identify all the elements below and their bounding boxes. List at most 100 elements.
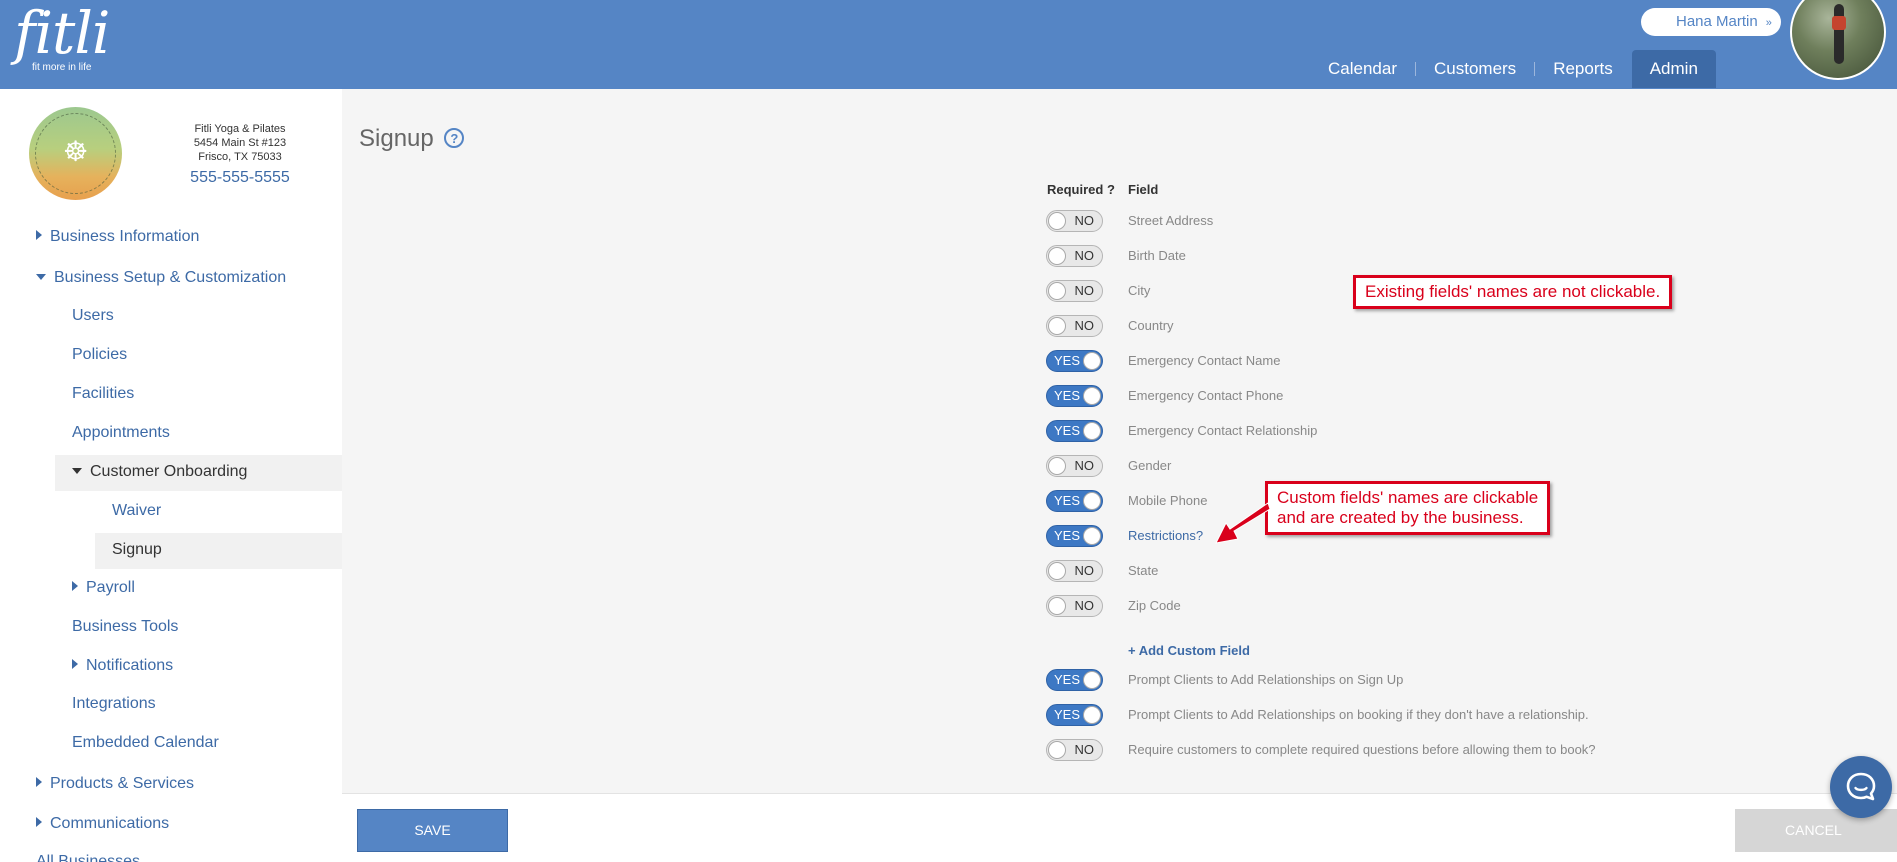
- sidebar-item-business-information[interactable]: Business Information: [36, 227, 199, 247]
- logo-tagline: fit more in life: [32, 62, 92, 73]
- meditation-icon: ☸: [62, 136, 89, 167]
- sidebar-item-integrations[interactable]: Integrations: [72, 694, 156, 714]
- business-street: 5454 Main St #123: [193, 137, 287, 149]
- annotation-custom-line-1: Custom fields' names are clickable: [1277, 488, 1539, 507]
- toggle-knob: [1083, 527, 1101, 545]
- sidebar-item-payroll[interactable]: Payroll: [72, 578, 135, 598]
- toggle-label: YES: [1054, 388, 1081, 403]
- sidebar-item-waiver[interactable]: Waiver: [112, 501, 161, 521]
- sidebar-item-label: Business Information: [50, 228, 200, 245]
- sidebar-item-all-businesses[interactable]: All Businesses: [36, 852, 140, 862]
- nav-customers[interactable]: Customers: [1416, 50, 1534, 88]
- business-phone[interactable]: 555-555-5555: [160, 168, 320, 188]
- avatar[interactable]: [1790, 0, 1886, 80]
- sidebar-item-signup[interactable]: Signup: [112, 540, 162, 560]
- option-label-prompt-relationships-booking: Prompt Clients to Add Relationships on b…: [1128, 707, 1589, 722]
- required-toggle-mobile-phone[interactable]: YES: [1046, 490, 1103, 512]
- annotation-custom-line-2: and are created by the business.: [1277, 508, 1524, 527]
- user-menu-button[interactable]: Hana Martin »: [1641, 8, 1781, 36]
- toggle-knob: [1083, 352, 1101, 370]
- sidebar-item-label: Business Setup & Customization: [54, 269, 287, 286]
- help-icon[interactable]: ?: [444, 128, 465, 148]
- toggle-prompt-relationships-signup[interactable]: YES: [1046, 669, 1103, 691]
- field-name-emergency-contact-phone: Emergency Contact Phone: [1128, 388, 1284, 403]
- caret-right-icon: [36, 777, 42, 787]
- field-name-country: Country: [1128, 318, 1174, 333]
- action-bar: SAVE CANCEL: [342, 793, 1897, 862]
- required-toggle-emergency-contact-relationship[interactable]: YES: [1046, 420, 1103, 442]
- annotation-custom-fields: Custom fields' names are clickable and a…: [1265, 481, 1551, 535]
- toggle-knob: [1048, 282, 1066, 300]
- toggle-label: NO: [1074, 283, 1095, 298]
- toggle-label: YES: [1054, 528, 1081, 543]
- chat-support-button[interactable]: [1830, 756, 1892, 818]
- sidebar-item-users[interactable]: Users: [72, 306, 114, 326]
- required-toggle-country[interactable]: NO: [1046, 315, 1103, 337]
- business-city: Frisco, TX 75033: [198, 151, 282, 163]
- field-name-emergency-contact-name: Emergency Contact Name: [1128, 353, 1281, 368]
- fitli-logo[interactable]: fitli fit more in life: [14, 2, 110, 77]
- sidebar-item-embedded-calendar[interactable]: Embedded Calendar: [72, 733, 219, 753]
- column-header-required: Required ?: [1047, 182, 1115, 197]
- sidebar-item-label: Customer Onboarding: [90, 463, 248, 480]
- field-name-street-address: Street Address: [1128, 213, 1214, 228]
- required-toggle-city[interactable]: NO: [1046, 280, 1103, 302]
- toggle-require-questions-before-booking[interactable]: NO: [1046, 739, 1103, 761]
- sidebar-item-appointments[interactable]: Appointments: [72, 423, 170, 443]
- option-label-prompt-relationships-signup: Prompt Clients to Add Relationships on S…: [1128, 672, 1404, 687]
- toggle-knob: [1083, 492, 1101, 510]
- field-name-zip-code: Zip Code: [1128, 598, 1181, 613]
- required-toggle-birth-date[interactable]: NO: [1046, 245, 1103, 267]
- toggle-label: YES: [1054, 493, 1081, 508]
- required-toggle-emergency-contact-name[interactable]: YES: [1046, 350, 1103, 372]
- field-name-city: City: [1128, 283, 1151, 298]
- sidebar-item-label: Payroll: [86, 579, 135, 596]
- add-custom-field-link[interactable]: + Add Custom Field: [1128, 643, 1250, 658]
- toggle-knob: [1048, 741, 1066, 759]
- save-button[interactable]: SAVE: [357, 809, 508, 852]
- option-label-require-questions: Require customers to complete required q…: [1128, 742, 1596, 757]
- toggle-label: NO: [1074, 742, 1095, 757]
- sidebar-item-label: Products & Services: [50, 775, 195, 792]
- toggle-prompt-relationships-booking[interactable]: YES: [1046, 704, 1103, 726]
- toggle-label: YES: [1054, 707, 1081, 722]
- business-name: Fitli Yoga & Pilates: [194, 123, 286, 135]
- required-toggle-state[interactable]: NO: [1046, 560, 1103, 582]
- required-toggle-emergency-contact-phone[interactable]: YES: [1046, 385, 1103, 407]
- sidebar-item-business-setup[interactable]: Business Setup & Customization: [36, 268, 286, 288]
- toggle-knob: [1048, 317, 1066, 335]
- required-toggle-restrictions[interactable]: YES: [1046, 525, 1103, 547]
- nav-reports[interactable]: Reports: [1535, 50, 1631, 88]
- sidebar-item-business-tools[interactable]: Business Tools: [72, 617, 178, 637]
- sidebar: ☸ Fitli Yoga & Pilates 5454 Main St #123…: [0, 89, 342, 862]
- sidebar-item-products-services[interactable]: Products & Services: [36, 774, 194, 794]
- chevron-down-icon: »: [1765, 17, 1772, 29]
- avatar-figure-top: [1832, 16, 1846, 30]
- sidebar-item-facilities[interactable]: Facilities: [72, 384, 134, 404]
- nav-admin[interactable]: Admin: [1631, 50, 1716, 88]
- field-name-emergency-contact-relationship: Emergency Contact Relationship: [1128, 423, 1318, 438]
- toggle-knob: [1083, 671, 1101, 689]
- business-logo: ☸: [29, 107, 122, 200]
- annotation-existing-fields: Existing fields' names are not clickable…: [1353, 275, 1673, 309]
- field-name-birth-date: Birth Date: [1128, 248, 1186, 263]
- required-toggle-street-address[interactable]: NO: [1046, 210, 1103, 232]
- sidebar-item-notifications[interactable]: Notifications: [72, 656, 173, 676]
- caret-right-icon: [36, 817, 42, 827]
- caret-right-icon: [72, 581, 78, 591]
- toggle-knob: [1083, 706, 1101, 724]
- required-toggle-gender[interactable]: NO: [1046, 455, 1103, 477]
- caret-right-icon: [72, 659, 78, 669]
- field-name-gender: Gender: [1128, 458, 1172, 473]
- toggle-knob: [1048, 597, 1066, 615]
- toggle-label: NO: [1074, 458, 1095, 473]
- main-nav: Calendar Customers Reports Admin: [1310, 50, 1716, 88]
- required-toggle-zip-code[interactable]: NO: [1046, 595, 1103, 617]
- custom-field-link-restrictions[interactable]: Restrictions?: [1128, 528, 1203, 544]
- nav-calendar[interactable]: Calendar: [1310, 50, 1415, 88]
- sidebar-item-label: Communications: [50, 815, 170, 832]
- sidebar-item-communications[interactable]: Communications: [36, 814, 169, 834]
- caret-down-icon: [36, 274, 46, 280]
- sidebar-item-policies[interactable]: Policies: [72, 345, 127, 365]
- sidebar-item-customer-onboarding[interactable]: Customer Onboarding: [72, 462, 247, 482]
